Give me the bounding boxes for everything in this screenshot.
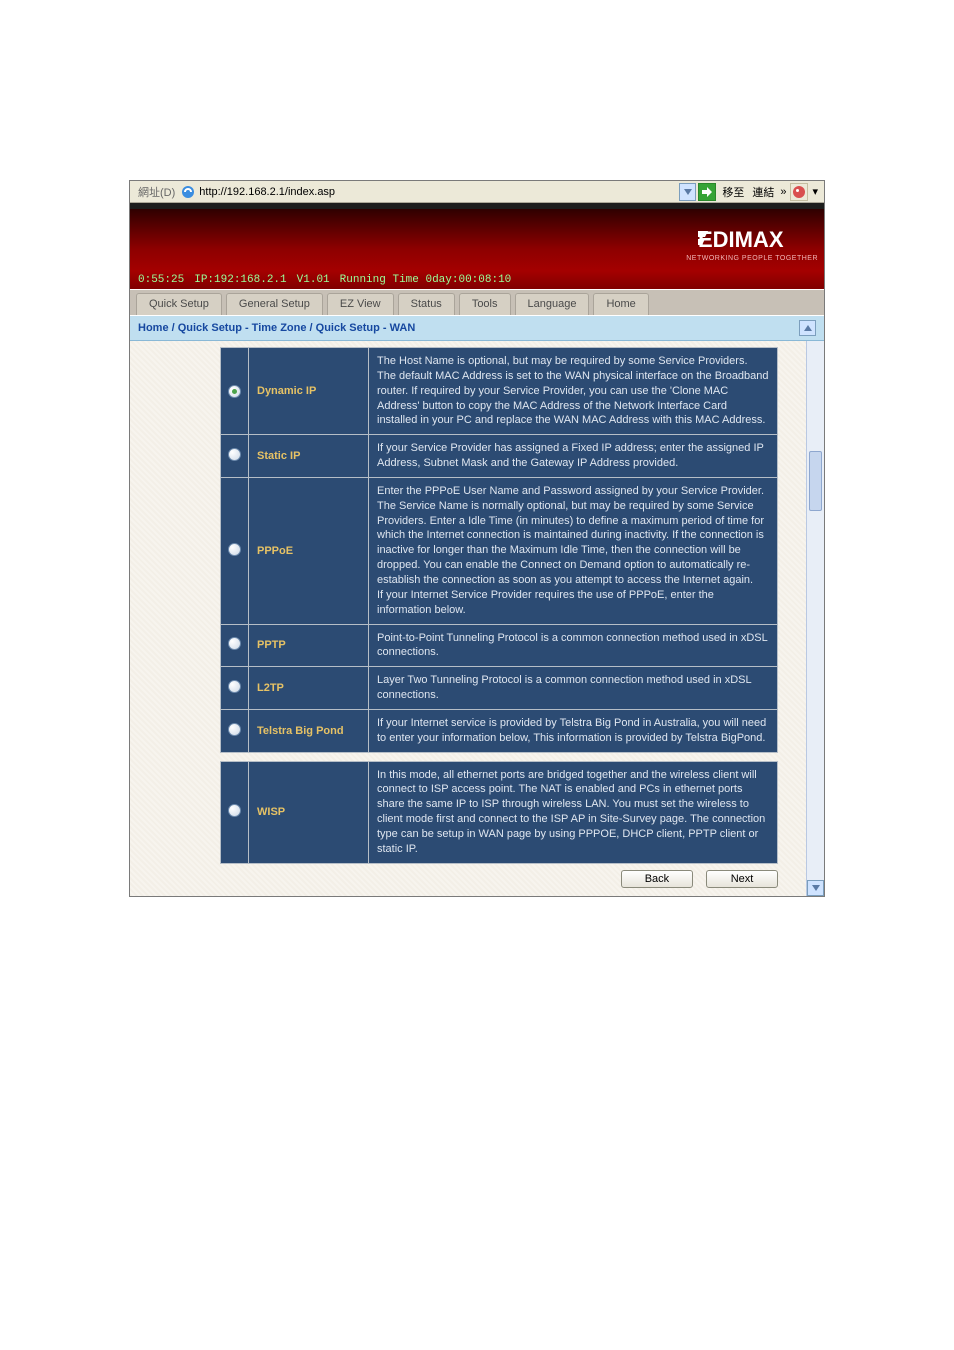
- status-uptime: 0:55:25: [138, 274, 184, 286]
- wan-name-l2tp: L2TP: [249, 667, 369, 710]
- tab-quick-setup[interactable]: Quick Setup: [136, 293, 222, 315]
- wan-row-wisp: WISP In this mode, all ethernet ports ar…: [221, 761, 778, 863]
- status-ip: IP:192:168.2.1: [194, 274, 286, 286]
- address-bar: 網址(D) http://192.168.2.1/index.asp 移至 連結…: [130, 181, 824, 203]
- wan-options-table: Dynamic IP The Host Name is optional, bu…: [220, 347, 778, 753]
- wan-desc-static-ip: If your Service Provider has assigned a …: [369, 435, 778, 478]
- brand-subtitle: NETWORKING PEOPLE TOGETHER: [686, 255, 818, 262]
- back-button[interactable]: Back: [621, 870, 693, 888]
- address-url[interactable]: http://192.168.2.1/index.asp: [197, 185, 417, 199]
- button-row: Back Next: [220, 864, 778, 890]
- antivirus-icon[interactable]: [790, 183, 808, 201]
- wisp-table: WISP In this mode, all ethernet ports ar…: [220, 761, 778, 864]
- breadcrumb: Home / Quick Setup - Time Zone / Quick S…: [130, 315, 824, 341]
- wan-desc-pptp: Point-to-Point Tunneling Protocol is a c…: [369, 624, 778, 667]
- next-button[interactable]: Next: [706, 870, 778, 888]
- wan-desc-pppoe: Enter the PPPoE User Name and Password a…: [369, 477, 778, 624]
- wan-panel: Dynamic IP The Host Name is optional, bu…: [130, 341, 824, 896]
- radio-l2tp[interactable]: [228, 680, 241, 693]
- go-button[interactable]: [698, 183, 716, 201]
- wan-desc-wisp: In this mode, all ethernet ports are bri…: [369, 761, 778, 863]
- tab-status[interactable]: Status: [398, 293, 455, 315]
- wan-row-pptp: PPTP Point-to-Point Tunneling Protocol i…: [221, 624, 778, 667]
- wan-row-l2tp: L2TP Layer Two Tunneling Protocol is a c…: [221, 667, 778, 710]
- wan-name-pptp: PPTP: [249, 624, 369, 667]
- svg-text:EDIMAX: EDIMAX: [698, 227, 784, 252]
- wan-row-dynamic-ip: Dynamic IP The Host Name is optional, bu…: [221, 348, 778, 435]
- router-admin-window: 網址(D) http://192.168.2.1/index.asp 移至 連結…: [129, 180, 825, 897]
- radio-static-ip[interactable]: [228, 448, 241, 461]
- tab-language[interactable]: Language: [515, 293, 590, 315]
- radio-telstra[interactable]: [228, 723, 241, 736]
- toolbar-chevron-icon[interactable]: ▾: [810, 185, 820, 198]
- ie-icon: [181, 185, 195, 199]
- wan-name-wisp: WISP: [249, 761, 369, 863]
- radio-dynamic-ip[interactable]: [228, 385, 241, 398]
- tab-ez-view[interactable]: EZ View: [327, 293, 394, 315]
- scroll-up-button[interactable]: [799, 320, 816, 336]
- wan-name-static-ip: Static IP: [249, 435, 369, 478]
- address-label: 網址(D): [134, 184, 179, 200]
- brand-logo: EDIMAX: [698, 227, 818, 253]
- radio-wisp[interactable]: [228, 804, 241, 817]
- header-banner: EDIMAX NETWORKING PEOPLE TOGETHER: [130, 209, 824, 271]
- scroll-down-button[interactable]: [807, 880, 824, 896]
- links-chevron-icon[interactable]: »: [778, 186, 788, 198]
- tab-home[interactable]: Home: [593, 293, 648, 315]
- tab-tools[interactable]: Tools: [459, 293, 511, 315]
- wan-name-telstra: Telstra Big Pond: [249, 709, 369, 752]
- wan-desc-dynamic-ip: The Host Name is optional, but may be re…: [369, 348, 778, 435]
- tab-general-setup[interactable]: General Setup: [226, 293, 323, 315]
- wan-desc-telstra: If your Internet service is provided by …: [369, 709, 778, 752]
- wan-row-telstra: Telstra Big Pond If your Internet servic…: [221, 709, 778, 752]
- wan-name-dynamic-ip: Dynamic IP: [249, 348, 369, 435]
- radio-pppoe[interactable]: [228, 543, 241, 556]
- wan-name-pppoe: PPPoE: [249, 477, 369, 624]
- address-dropdown[interactable]: [679, 183, 696, 201]
- wan-row-pppoe: PPPoE Enter the PPPoE User Name and Pass…: [221, 477, 778, 624]
- status-running: Running Time 0day:00:08:10: [340, 274, 512, 286]
- status-line: 0:55:25 IP:192:168.2.1 V1.01 Running Tim…: [130, 271, 824, 289]
- status-version: V1.01: [297, 274, 330, 286]
- wan-desc-l2tp: Layer Two Tunneling Protocol is a common…: [369, 667, 778, 710]
- radio-pptp[interactable]: [228, 637, 241, 650]
- go-label: 移至: [718, 184, 748, 200]
- main-tabs: Quick Setup General Setup EZ View Status…: [130, 289, 824, 315]
- links-label[interactable]: 連結: [750, 184, 776, 200]
- wan-row-static-ip: Static IP If your Service Provider has a…: [221, 435, 778, 478]
- scrollbar-thumb[interactable]: [809, 451, 822, 511]
- breadcrumb-text[interactable]: Home / Quick Setup - Time Zone / Quick S…: [138, 322, 415, 334]
